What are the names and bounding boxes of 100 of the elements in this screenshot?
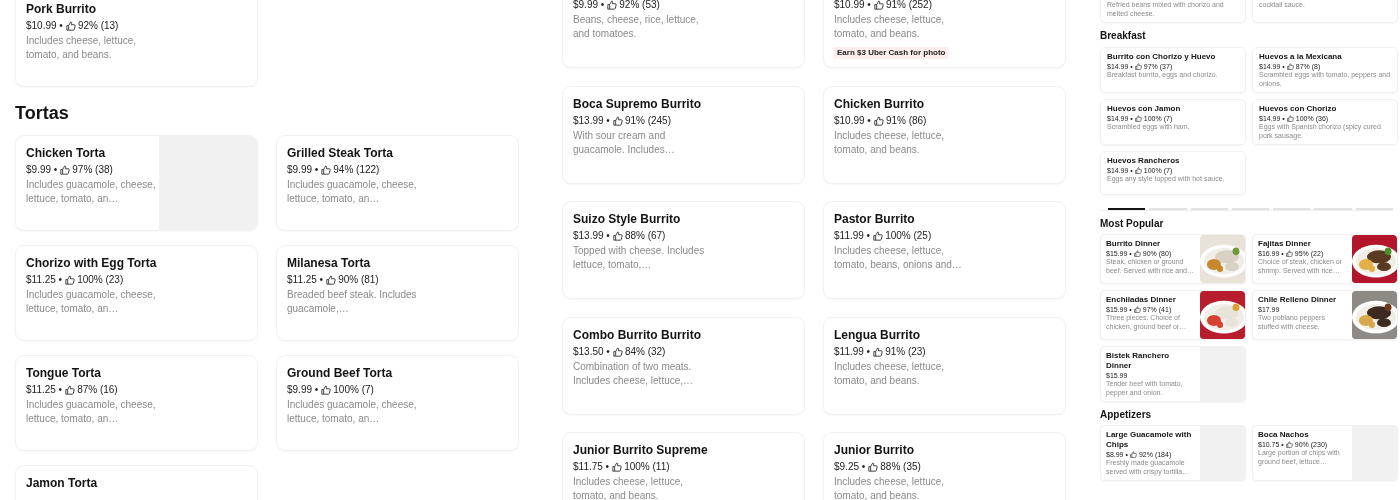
menu-item-card[interactable]: Jamon Torta [15, 465, 258, 500]
item-price: $11.99 • [834, 229, 871, 243]
thumbs-up-icon [873, 115, 884, 126]
menu-item-card[interactable]: Junior Burrito Supreme $11.75 • 100% (11) Includes cheese, lettuce, tomato, and beans. [562, 432, 805, 500]
item-price: $11.25 • [26, 383, 63, 397]
thumbs-up-icon [321, 165, 332, 175]
menu-item-card[interactable]: Junior Burrito $9.25 • 88% (35) Includes cheese, lettuce, tomato, and beans. [823, 432, 1066, 500]
rating-text: 88% (67) [624, 229, 666, 243]
rating-text: 100% (25) [885, 229, 932, 243]
item-name: Huevos a la Mexicana [1259, 52, 1343, 62]
promo-badge: Earn $3 Uber Cash for photo [834, 47, 949, 59]
thumbs-up-icon [65, 275, 76, 285]
item-name: Burrito con Chorizo y Huevo [1107, 52, 1217, 62]
thumbs-up-icon [873, 0, 884, 10]
item-price: $9.99 • [287, 383, 319, 397]
rating-text: 91% (23) [885, 344, 926, 359]
rating-text: 90% (81) [338, 273, 379, 287]
thumbs-up-icon [868, 462, 879, 472]
item-name: Boca Supremo Burrito [573, 95, 702, 113]
thumbs-up-icon [612, 115, 623, 126]
thumbs-up-icon [1134, 63, 1142, 70]
menu-item-card[interactable]: Tongue Torta $11.25 • 87% (16) Includes guacamole, cheese, lettuce, tomato, an… [15, 355, 258, 451]
item-name: Lengua Burrito [834, 326, 921, 344]
menu-item-card[interactable]: Suizo Style Burrito $13.99 • 88% (67) Topped with cheese. Includes lettuce, tomato,… [562, 201, 805, 299]
menu-item-card[interactable]: Grilled Steak Torta $9.99 • 94% (122) Includes guacamole, cheese, lettuce, tomato, an… [276, 135, 519, 231]
thumbs-up-icon [1286, 63, 1294, 70]
menu-item-card[interactable]: Chorizo with Egg Torta $11.25 • 100% (23) Includes guacamole, cheese, lettuce, tomato, an… [15, 245, 258, 341]
thumbs-up-icon [1285, 250, 1293, 257]
rating-text: 92% (53) [619, 0, 660, 12]
item-price: $10.99 • [26, 19, 63, 33]
item-price: $9.25 • [834, 460, 866, 474]
menu-item-card[interactable]: Pastor Burrito $11.99 • 100% (25) Includes cheese, lettuce, tomato, beans, onions and… [823, 201, 1066, 299]
section-heading: Tortas [15, 103, 70, 123]
item-price: $11.99 • [834, 344, 871, 359]
item-description: Includes guacamole, cheese, lettuce, tomato, an… [287, 398, 418, 426]
menu-item-card[interactable]: Ground Beef Torta $9.99 • 100% (7) Includes guacamole, cheese, lettuce, tomato, an… [276, 355, 519, 451]
rating-text: 97% (38) [72, 163, 113, 177]
item-description: Combination of two meats. Includes cheese, lettuce,… [573, 359, 695, 388]
item-description: Includes cheese, lettuce, tomato, and beans. [834, 475, 946, 500]
item-name: Fajitas Dinner [1258, 239, 1312, 249]
thumbs-up-icon [326, 275, 337, 285]
rating-text: 84% (32) [624, 344, 666, 359]
item-name: Burrito Dinner [1106, 239, 1162, 249]
item-description: Includes cheese, lettuce, tomato, and beans. [26, 34, 138, 62]
rating-text: 100% (11) [624, 460, 670, 474]
thumbs-up-icon [1129, 451, 1137, 458]
rating-text: 100% (23) [77, 273, 124, 287]
menu-item-card[interactable]: Pork Burrito $10.99 • 92% (13) Includes cheese, lettuce, tomato, and beans. [15, 0, 258, 87]
item-name: Boca Nachos [1258, 430, 1310, 440]
item-description: Beans, cheese, rice, lettuce, and tomatoes. [573, 13, 700, 41]
item-price: $9.99 • [26, 163, 58, 177]
menu-item-card[interactable]: Boca Supremo Burrito $13.99 • 91% (245) With sour cream and guacamole. Includes… [562, 85, 805, 184]
item-name: Junior Burrito Supreme [573, 442, 709, 459]
rating-text: 94% (122) [333, 163, 380, 177]
item-price: $13.99 • [573, 113, 610, 128]
menu-item-card[interactable]: Milanesa Torta $11.25 • 90% (81) Breaded beef steak. Includes guacamole,… [276, 245, 519, 341]
item-description: Includes cheese, lettuce, tomato, and beans. [834, 128, 946, 157]
item-name: Huevos con Chorizo [1259, 104, 1338, 114]
rating-text: 91% (86) [885, 113, 927, 128]
item-name: Chorizo with Egg Torta [26, 255, 158, 272]
thumbs-up-icon [1285, 441, 1293, 448]
item-description: Includes guacamole, cheese, lettuce, tomato, an… [26, 398, 157, 426]
item-description: Includes cheese, lettuce, tomato, and beans. [834, 359, 946, 388]
menu-item-card[interactable]: Chicken Burrito $10.99 • 91% (86) Includes cheese, lettuce, tomato, and beans. [823, 85, 1066, 184]
item-description: Includes cheese, lettuce, tomato, beans, onions and… [834, 244, 963, 272]
menu-item-card[interactable]: Lengua Burrito $11.99 • 91% (23) Includes cheese, lettuce, tomato, and beans. [823, 316, 1066, 415]
thumbs-up-icon [65, 385, 76, 395]
thumbs-up-icon [60, 165, 71, 175]
item-name: Jamon Torta [26, 475, 99, 492]
thumbs-up-icon [873, 231, 884, 241]
item-price: $11.25 • [287, 273, 324, 287]
item-name: Pastor Burrito [834, 211, 916, 228]
item-name: Combo Burrito Burrito [573, 326, 702, 344]
menu-item-card[interactable]: $10.99 • 91% (252) Includes cheese, lettuce, tomato, and beans. Earn $3 Uber Cash for photo [823, 0, 1066, 68]
section-heading: Appetizers [1100, 408, 1153, 421]
item-name: Junior Burrito [834, 442, 915, 459]
item-description: With sour cream and guacamole. Includes… [573, 128, 676, 157]
thumbs-up-icon [321, 385, 332, 395]
item-name: Huevos con Jamon [1107, 104, 1182, 114]
thumbs-up-icon [873, 346, 884, 357]
item-name: Chile Relleno Dinner [1258, 295, 1338, 305]
item-description: Includes cheese, lettuce, tomato, and beans. [834, 13, 946, 41]
thumbs-up-icon [1133, 306, 1141, 313]
item-name: Suizo Style Burrito [573, 211, 682, 228]
thumbs-up-icon [612, 462, 623, 472]
menu-item-card[interactable]: Combo Burrito Burrito $13.50 • 84% (32) Combination of two meats. Includes cheese, lettuce,… [562, 316, 805, 415]
item-name: Enchiladas Dinner [1106, 295, 1177, 305]
menu-item-card[interactable]: Chicken Torta $9.99 • 97% (38) Includes guacamole, cheese, lettuce, tomato, an… [15, 135, 258, 231]
thumbs-up-icon [65, 21, 76, 31]
item-name: Large Guacamole with Chips [1106, 430, 1193, 450]
section-heading: Most Popular [1100, 217, 1165, 230]
item-name: Chicken Burrito [834, 95, 925, 113]
rating-text: 92% (13) [77, 19, 119, 33]
item-price: $13.99 • [573, 229, 610, 243]
item-name: Milanesa Torta [287, 255, 372, 272]
thumbs-up-icon [607, 0, 618, 10]
menu-item-card[interactable]: $9.99 • 92% (53) Beans, cheese, rice, lettuce, and tomatoes. [562, 0, 805, 68]
item-price: $11.25 • [26, 273, 63, 287]
rating-text: 88% (35) [880, 460, 921, 474]
item-name: Ground Beef Torta [287, 365, 394, 382]
